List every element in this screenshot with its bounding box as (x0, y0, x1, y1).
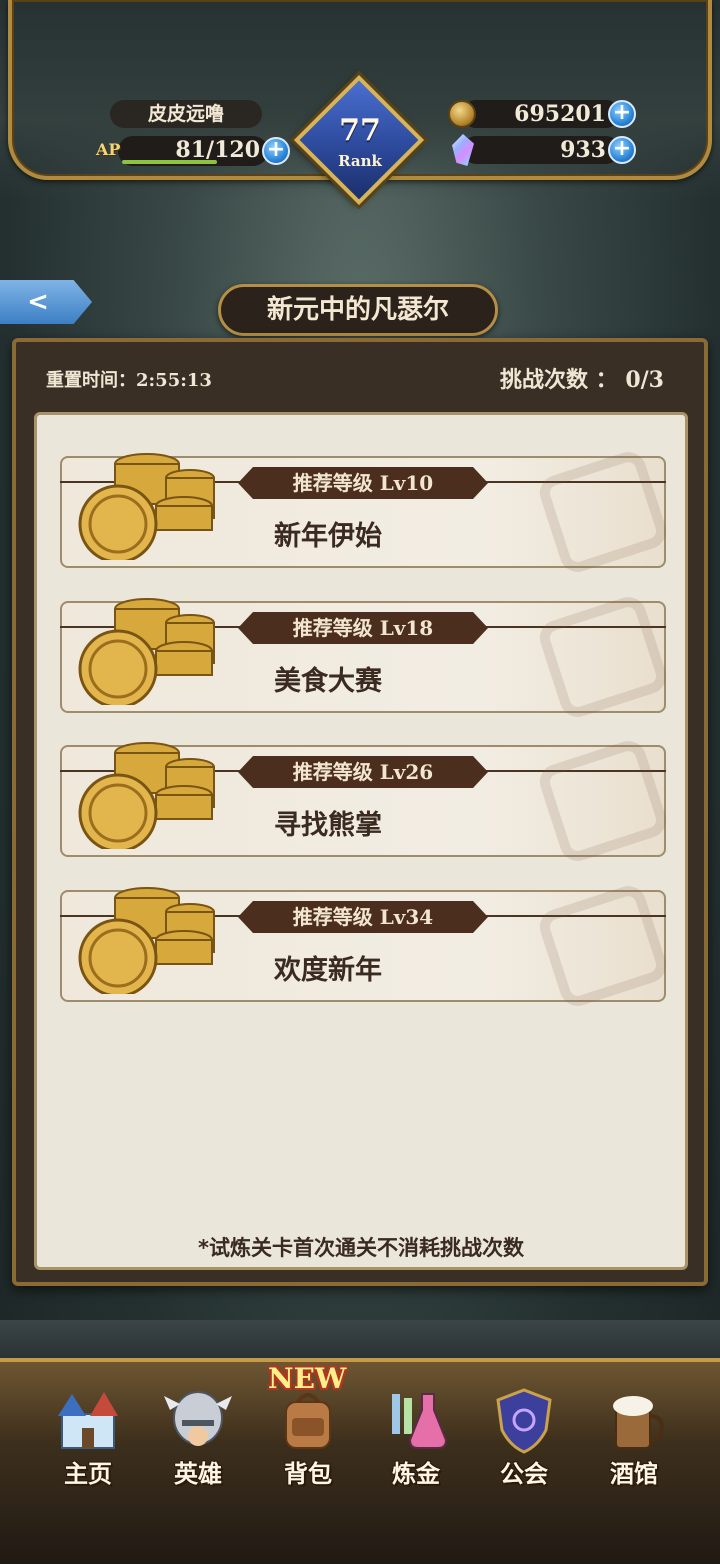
nav-guild[interactable]: 公会 (476, 1384, 572, 1494)
stage-name: 寻找熊掌 (274, 810, 382, 841)
nav-label: 主页 (64, 1460, 112, 1488)
gold-coins-icon (78, 453, 215, 560)
player-name: 皮皮远噜 (110, 100, 262, 128)
ap-value: 81/120 (175, 137, 260, 163)
backpack-icon (285, 1393, 331, 1449)
challenge-count: 挑战次数 ： 0/3 (500, 367, 664, 393)
recommended-level: 推荐等级 Lv10 (238, 467, 488, 499)
reset-timer: 重置时间：2:55:13 (46, 370, 212, 391)
challenge-note: *试炼关卡首次通关不消耗挑战次数 (198, 1236, 524, 1260)
nav-label: 背包 (284, 1460, 332, 1488)
rank-level: 77 (339, 113, 381, 148)
potion-icon (392, 1393, 448, 1449)
add-crystal-button[interactable]: + (608, 136, 636, 164)
stage-name: 新年伊始 (274, 521, 382, 552)
nav-divider (0, 1320, 720, 1358)
guild-shield-icon (496, 1388, 552, 1454)
nav-tavern[interactable]: 酒馆 (586, 1384, 682, 1494)
knight-helmet-icon (164, 1391, 232, 1446)
back-button[interactable]: < (0, 280, 92, 324)
nav-label: 酒馆 (610, 1460, 658, 1488)
plus-icon: + (266, 137, 286, 162)
plus-icon: + (612, 136, 632, 161)
ap-label: AP (96, 140, 121, 159)
nav-backpack[interactable]: 背包 (260, 1384, 356, 1494)
nav-alchemy[interactable]: 炼金 (368, 1384, 464, 1494)
recommended-level: 推荐等级 Lv18 (238, 612, 488, 644)
gold-coins-icon (78, 742, 215, 849)
nav-home[interactable]: 主页 (40, 1384, 136, 1494)
add-ap-button[interactable]: + (262, 137, 290, 165)
recommended-level: 推荐等级 Lv34 (238, 901, 488, 933)
rank-label: Rank (338, 152, 382, 170)
nav-heroes[interactable]: 英雄 (150, 1384, 246, 1494)
stage-name: 欢度新年 (274, 955, 382, 986)
crystal-amount: 933 (462, 136, 620, 164)
gold-coin-icon (448, 100, 476, 128)
gold-amount: 695201 (462, 100, 620, 128)
plus-icon: + (612, 100, 632, 125)
stage-name: 美食大赛 (274, 666, 382, 697)
castle-icon (58, 1392, 118, 1449)
add-gold-button[interactable]: + (608, 100, 636, 128)
nav-label: 公会 (500, 1460, 548, 1488)
gold-coins-icon (78, 598, 215, 705)
nav-label: 炼金 (392, 1460, 440, 1488)
back-arrow-icon: < (27, 287, 49, 317)
gold-coins-icon (78, 887, 215, 994)
tavern-mug-icon (613, 1396, 665, 1449)
page-title: 新元中的凡瑟尔 (218, 284, 498, 336)
nav-label: 英雄 (174, 1460, 222, 1488)
recommended-level: 推荐等级 Lv26 (238, 756, 488, 788)
